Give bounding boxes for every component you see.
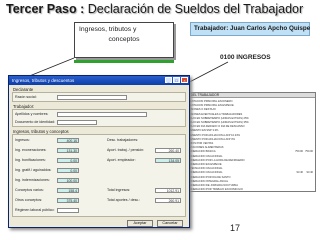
right-field-value[interactable]: 1012.91 (155, 188, 181, 193)
right-field-value[interactable]: 260.40 (155, 148, 181, 153)
page-number: 17 (230, 223, 241, 233)
documento-field[interactable] (57, 120, 97, 125)
cancel-button[interactable]: Cancelar (157, 220, 183, 227)
minimize-icon[interactable]: _ (165, 77, 172, 83)
left-field-label: Otros conceptos: (15, 198, 43, 202)
maximize-icon[interactable]: □ (173, 77, 180, 83)
right-field-label: Aport. empleador: (107, 158, 136, 162)
close-icon[interactable]: × (181, 77, 188, 83)
left-field-label: Ing. gratif./ aguinaldos: (15, 168, 52, 172)
left-field-value[interactable]: 375.40 (57, 198, 79, 203)
table-header: INGRESOS DEL TRABAJADOR (171, 93, 315, 98)
apellidos-label: Apellidos y nombres: (15, 112, 49, 116)
razon-social-label: Razón social: (15, 95, 37, 99)
left-field-label: Conceptos varios: (15, 188, 44, 192)
income-table-panel: INGRESOS DEL TRABAJADOR 0101ALIMENTACION… (170, 92, 316, 192)
dialog-title: Ingresos, tributos y descuentos (12, 78, 75, 83)
dialog-titlebar: Ingresos, tributos y descuentos (9, 76, 189, 85)
right-field-label: Aport. trabaj. / pensión: (107, 148, 145, 152)
right-field-label: Desc. trabajadores: (107, 138, 139, 142)
left-field-value[interactable]: 100.00 (57, 178, 79, 183)
income-dialog: Ingresos, tributos y descuentos _ □ × De… (8, 75, 190, 228)
left-field-value[interactable]: 0.00 (57, 168, 79, 173)
left-field-label: Régimen laboral público: (15, 208, 55, 212)
left-field-label: Ing. exoneraciones: (15, 148, 47, 152)
right-field-value[interactable]: 134.05 (155, 158, 181, 163)
left-field-label: Ingresos: (15, 138, 30, 142)
documento-label: Documento de identidad: (15, 120, 55, 124)
left-field-value[interactable]: 0.00 (57, 158, 79, 163)
ingresos-group (12, 134, 186, 217)
apellidos-field[interactable] (57, 112, 147, 117)
right-field-label: Total aportes / desc.: (107, 198, 141, 202)
left-field-value[interactable] (57, 208, 79, 213)
right-field-value[interactable]: 260.91 (155, 198, 181, 203)
right-field-label: Total ingresos: (107, 188, 131, 192)
table-row[interactable]: 0122REMUNERACION POR TRABAJO EN DOMICILI… (173, 188, 313, 192)
left-field-value[interactable]: 131.30 (57, 148, 79, 153)
razon-social-field[interactable] (57, 95, 127, 100)
left-field-value[interactable]: 400.16 (57, 138, 79, 143)
table-cell-desc: REMUNERACION POR TRABAJO EN DOMICILIO (184, 188, 243, 192)
accept-button[interactable]: Aceptar (127, 220, 153, 227)
left-field-value[interactable]: 158.4 (57, 188, 79, 193)
left-field-label: Ing. indemnizaciones: (15, 178, 50, 182)
left-field-label: Ing. bonificaciones: (15, 158, 46, 162)
